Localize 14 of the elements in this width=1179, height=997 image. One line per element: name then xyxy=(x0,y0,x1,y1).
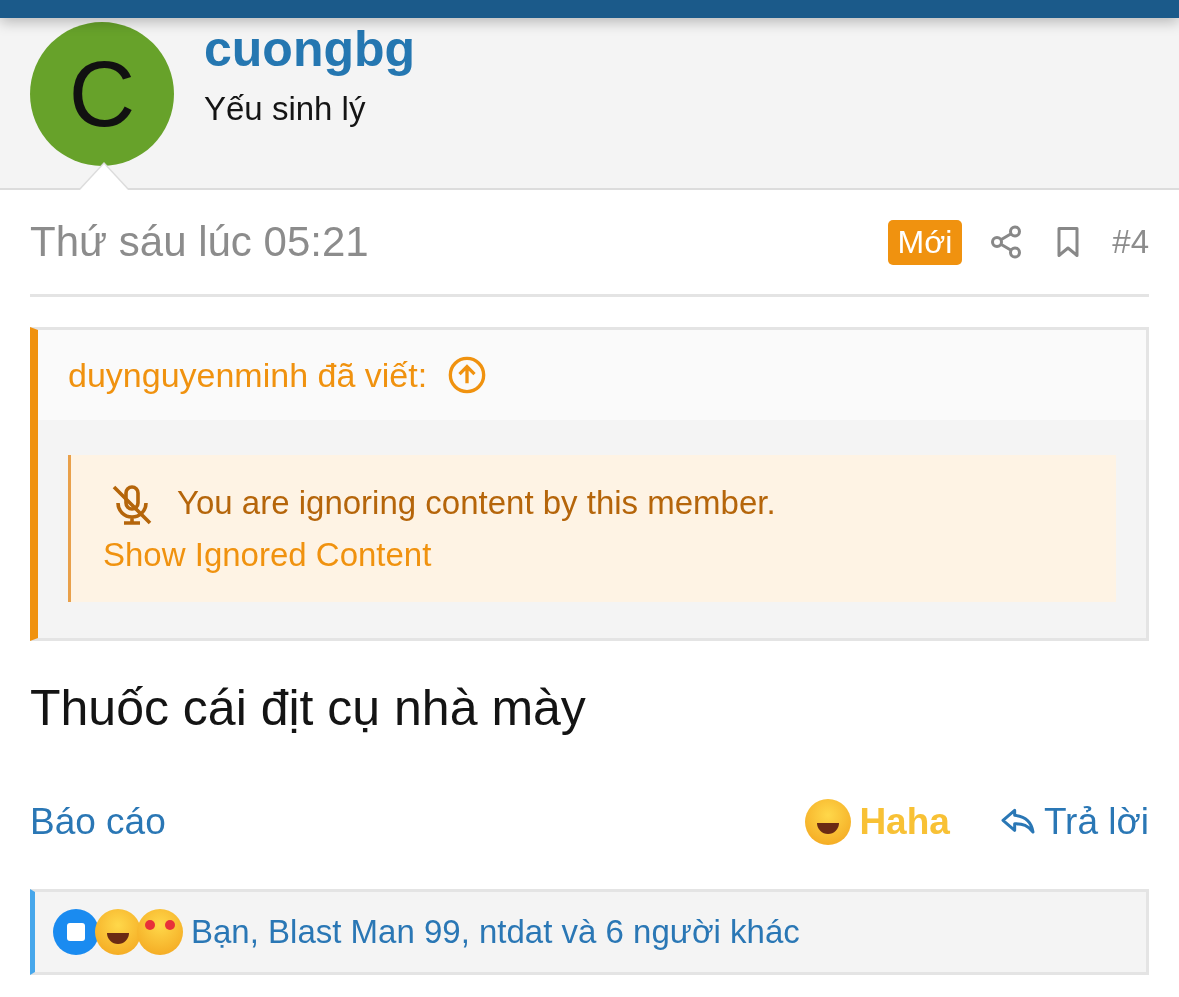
post-body: Thuốc cái địt cụ nhà mày xyxy=(30,679,587,739)
new-badge: Mới xyxy=(887,219,963,265)
report-link[interactable]: Báo cáo xyxy=(30,801,166,844)
avatar[interactable]: C xyxy=(30,22,174,166)
jump-up-icon[interactable] xyxy=(447,355,488,395)
quote-attribution: duynguyenminh đã viết: xyxy=(68,355,428,395)
user-title: Yếu sinh lý xyxy=(204,90,367,128)
heart-eyes-emoji-icon xyxy=(137,909,183,956)
post-date[interactable]: Thứ sáu lúc 05:21 xyxy=(30,218,862,266)
reply-button[interactable]: Trả lời xyxy=(997,801,1149,844)
post-number[interactable]: #4 xyxy=(1112,223,1149,261)
reactions-summary-link[interactable]: Bạn, Blast Man 99, ntdat và 6 người khác xyxy=(191,913,800,952)
ignore-message: You are ignoring content by this member. xyxy=(177,484,776,521)
username-link[interactable]: cuongbg xyxy=(204,22,416,76)
